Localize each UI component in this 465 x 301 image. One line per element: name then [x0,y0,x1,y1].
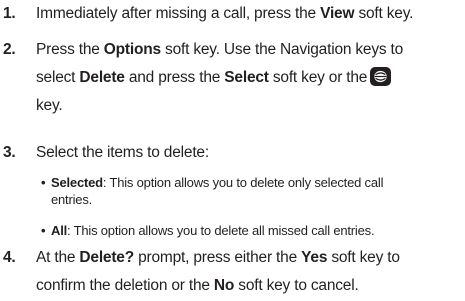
option-text-line-2: entries. [51,192,93,207]
text-run: and press the [124,69,225,86]
option-text-line-1: Selected: This option allows you to dele… [51,174,383,191]
option-description: : This option allows you to delete only … [102,175,384,190]
option-term: All [51,223,68,238]
delete-option-label: Delete [79,69,125,86]
step-number: 3. [3,144,16,161]
delete-prompt-label: Delete? [79,249,134,266]
text-run: prompt, press either the [134,249,302,266]
option-text-line-1: All: This option allows you to delete al… [51,222,375,239]
step-text-line-3: key. [36,97,63,114]
bullet-icon: • [41,175,46,190]
step-text-line-1: Press the Options soft key. Use the Navi… [36,37,403,62]
option-all-item: • All: This option allows you to delete … [0,222,465,240]
step-text: Immediately after missing a call, press … [36,1,413,26]
text-run: select [36,69,80,86]
option-description: : This option allows you to delete all m… [67,223,375,238]
step-text: Select the items to delete: [36,144,209,161]
text-run: confirm the deletion or the [36,277,214,294]
text-run: Immediately after missing a call, press … [36,5,321,22]
step-text-line-2: select Delete and press the Select soft … [36,65,392,90]
yes-softkey-label: Yes [301,249,328,266]
option-selected-item: • Selected: This option allows you to de… [0,174,465,210]
text-run: Press the [36,41,104,58]
instruction-list: 1. Immediately after missing a call, pre… [0,0,465,301]
options-softkey-label: Options [103,41,161,58]
bullet-icon: • [41,223,46,238]
step-text-line-2: confirm the deletion or the No soft key … [36,273,359,298]
step-number: 4. [3,249,16,266]
view-softkey-label: View [320,5,355,22]
ok-key-icon [370,67,392,86]
step-number: 2. [3,41,16,58]
select-softkey-label: Select [224,69,269,86]
text-run: soft key. [354,5,414,22]
text-run: soft key. Use the Navigation keys to [160,41,404,58]
text-run: soft key to cancel. [234,277,359,294]
step-number: 1. [3,5,16,22]
step-text-line-1: At the Delete? prompt, press either the … [36,245,400,270]
no-softkey-label: No [213,277,235,294]
text-run: At the [36,249,80,266]
text-run: soft key or the [268,69,368,86]
text-run: soft key to [327,249,400,266]
option-term: Selected [51,175,103,190]
